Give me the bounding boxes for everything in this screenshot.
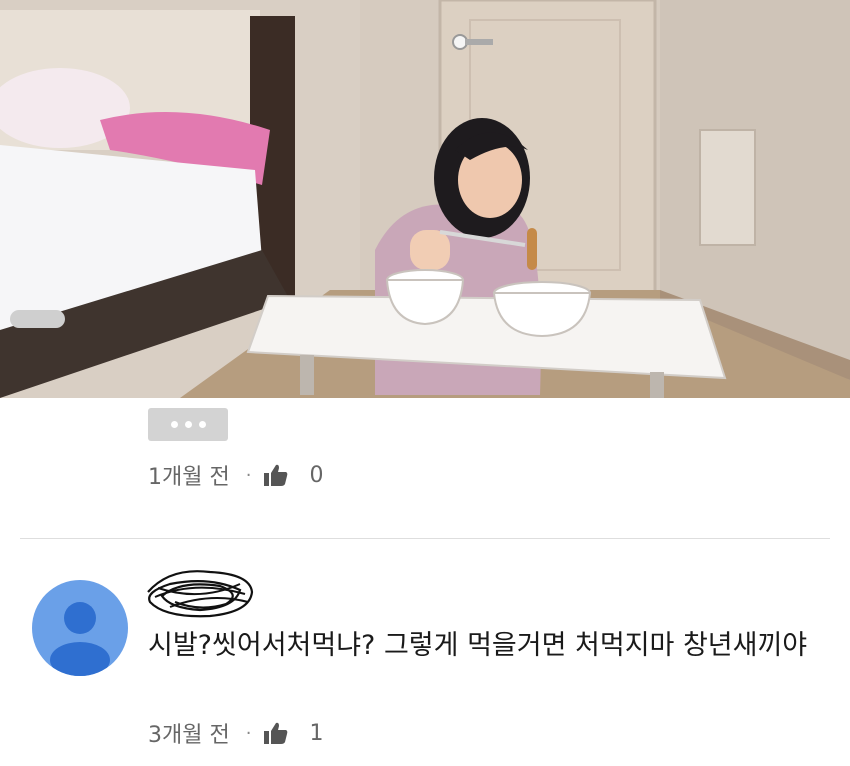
like-count: 0 (309, 462, 324, 488)
more-button[interactable] (148, 408, 228, 441)
comment-divider (20, 538, 830, 539)
like-count: 1 (309, 720, 324, 746)
separator-dot: · (245, 722, 252, 744)
dot (170, 421, 178, 428)
dot (198, 421, 206, 428)
dot (184, 421, 192, 428)
comment-body: 시발?씻어서처먹냐? 그렇게 먹을거면 처먹지마 창년새끼야 (148, 630, 808, 661)
default-user-icon (50, 602, 110, 676)
comment-time: 3개월 전 (148, 723, 230, 748)
avatar[interactable] (32, 580, 128, 676)
video-frame-image (0, 0, 850, 398)
video-thumbnail[interactable] (0, 0, 850, 398)
separator-dot: · (245, 464, 252, 486)
comment-time: 1개월 전 (148, 465, 230, 490)
redacted-username-scribble (147, 570, 254, 618)
thumbs-up-icon[interactable] (263, 463, 289, 487)
thumbs-up-icon[interactable] (263, 721, 289, 745)
second-comment-meta: 3개월 전 · 1 (148, 718, 324, 749)
first-comment-meta: 1개월 전 · 0 (148, 460, 324, 491)
